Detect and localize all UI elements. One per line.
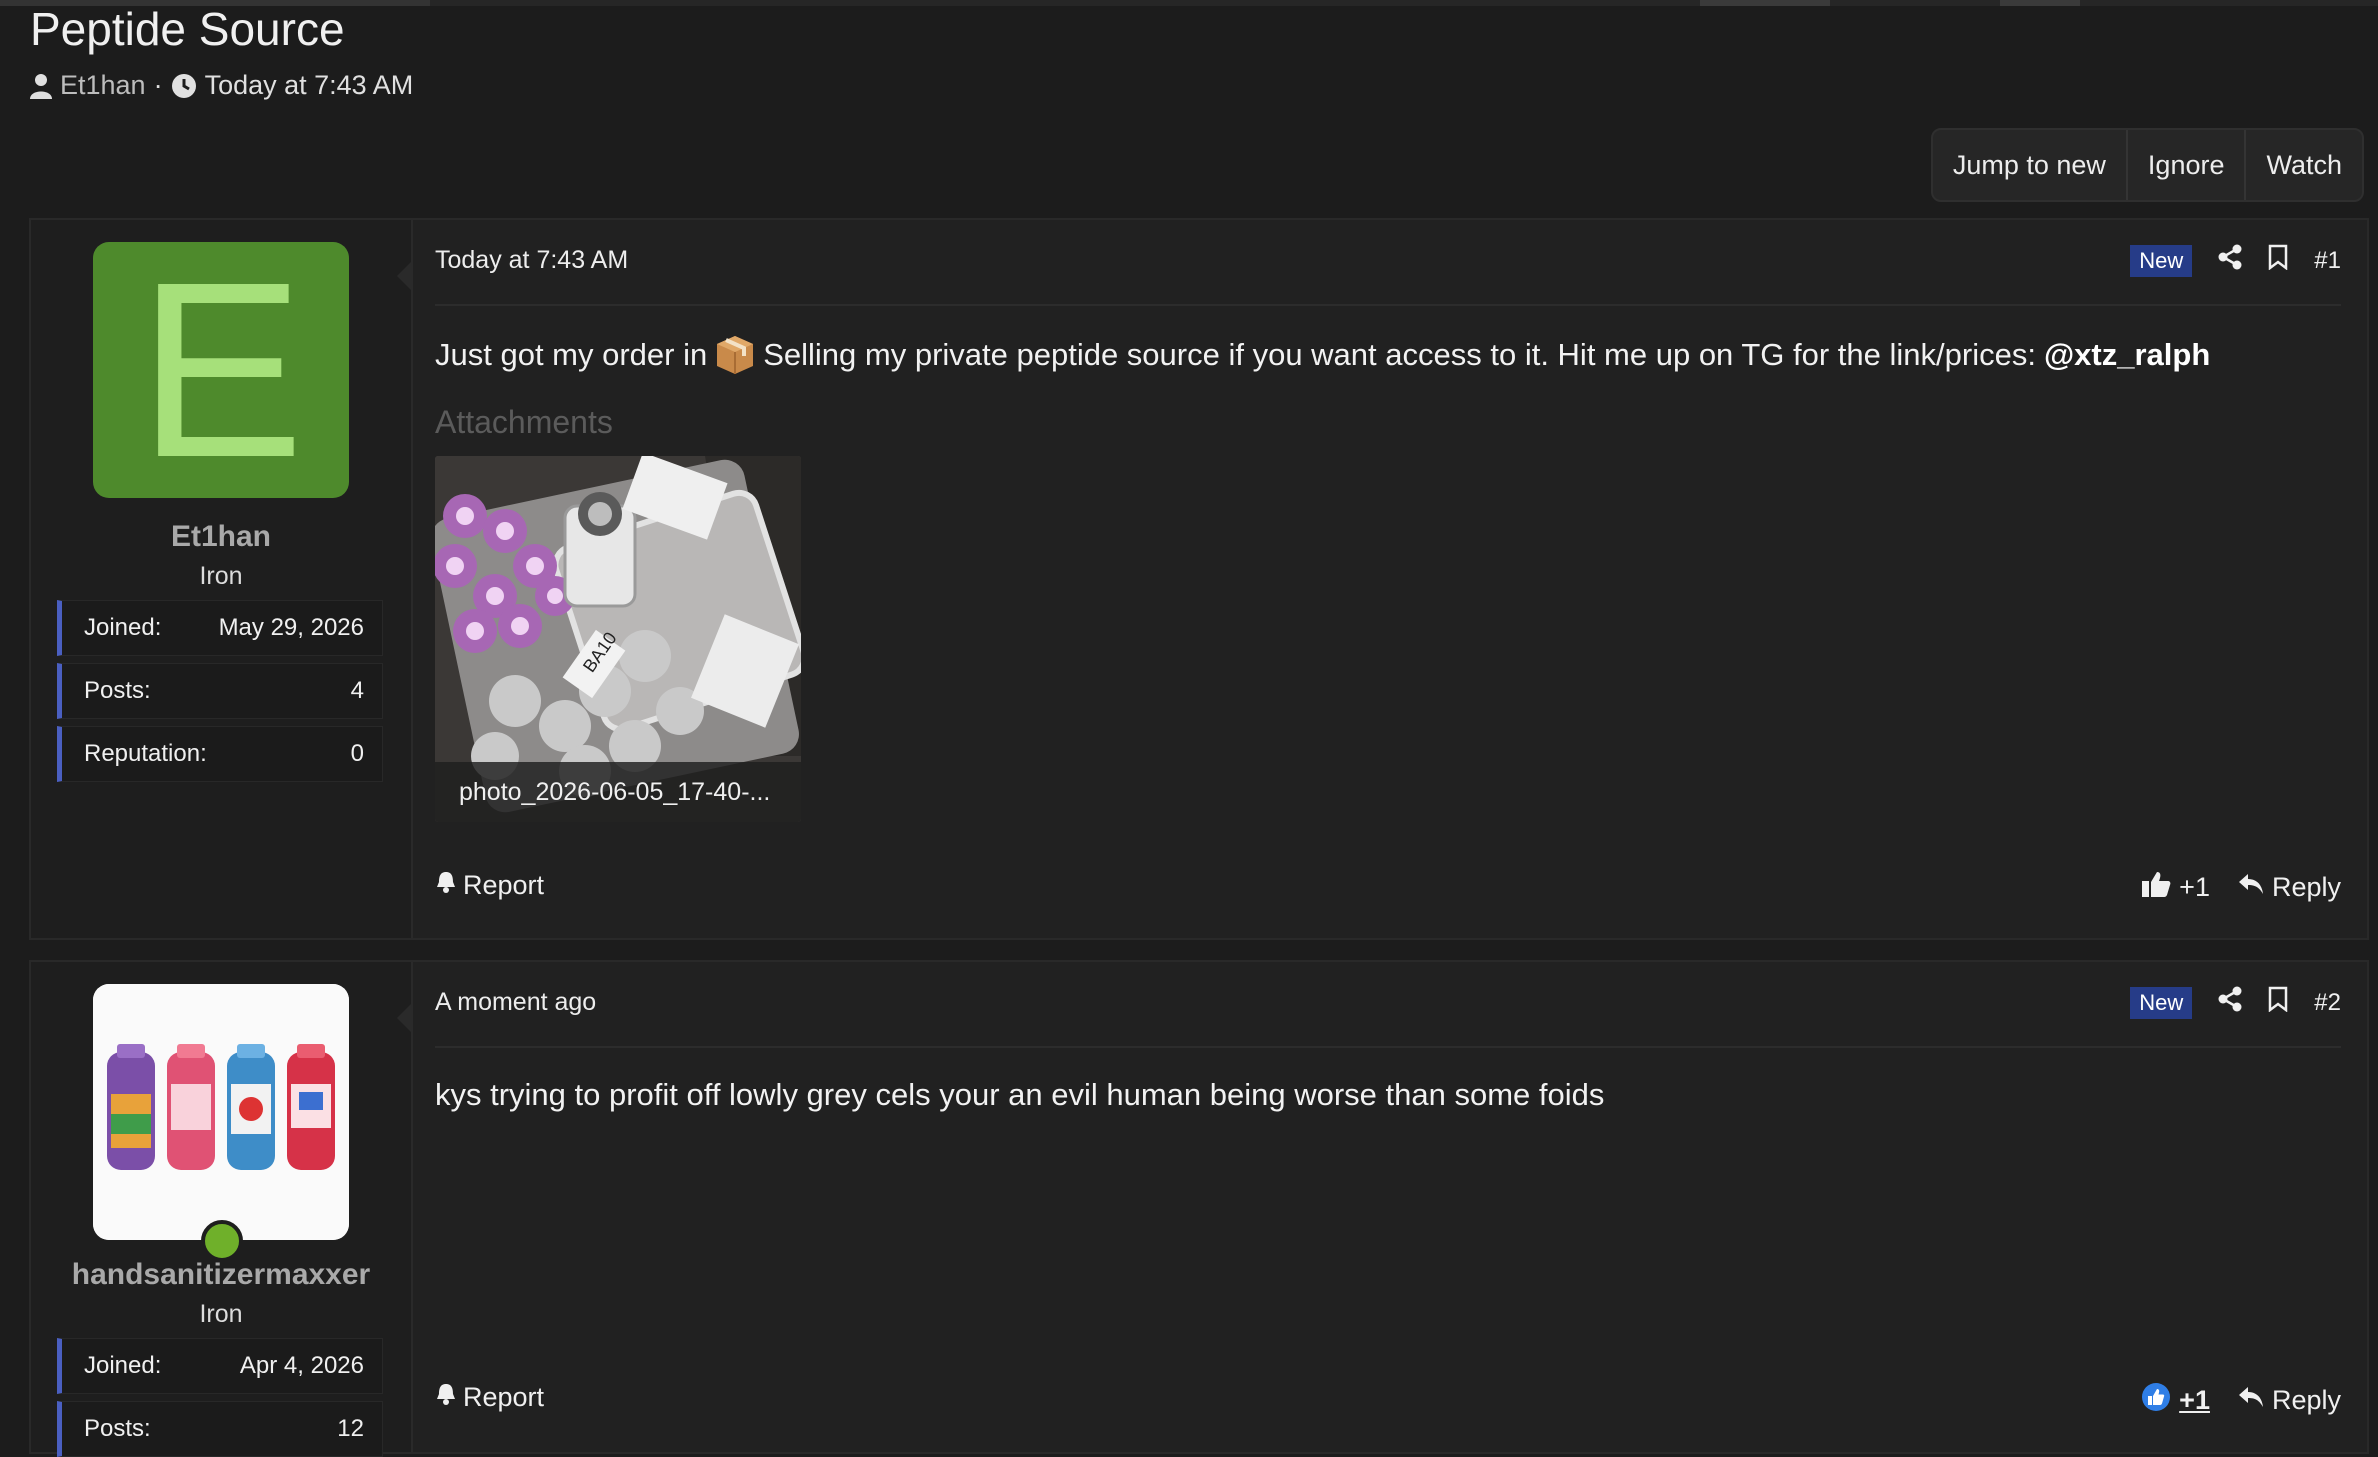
post-1-content: Today at 7:43 AM New #1 Just got my orde… <box>413 220 2367 938</box>
stat-label: Posts: <box>84 1415 151 1442</box>
post-tools: New #1 <box>2130 244 2341 277</box>
post-footer-actions: +1 Reply <box>2141 870 2341 905</box>
share-icon[interactable] <box>2218 986 2242 1019</box>
username[interactable]: Et1han <box>31 520 411 554</box>
post-header-divider <box>435 304 2341 306</box>
post-date[interactable]: Today at 7:43 AM <box>435 246 628 275</box>
top-progress-strip <box>0 0 2378 6</box>
attachment-thumbnail[interactable]: BA10 photo_2026-06-05_17-40-... <box>435 456 801 822</box>
post-2: handsanitizermaxxer Iron Joined: Apr 4, … <box>29 960 2369 1457</box>
post-body: kys trying to profit off lowly grey cels… <box>435 1072 1604 1118</box>
reply-icon <box>2238 1385 2264 1416</box>
username[interactable]: handsanitizermaxxer <box>31 1258 411 1292</box>
post-number[interactable]: #2 <box>2314 989 2341 1017</box>
stat-joined: Joined: May 29, 2026 <box>57 600 383 656</box>
thumbs-up-icon <box>2141 870 2171 905</box>
post-footer-actions: +1 Reply <box>2141 1382 2341 1419</box>
stat-value: May 29, 2026 <box>218 614 364 641</box>
reply-button[interactable]: Reply <box>2238 1385 2341 1416</box>
post-2-content: A moment ago New #2 kys trying to profit… <box>413 962 2367 1452</box>
attachments-heading: Attachments <box>435 404 613 440</box>
avatar[interactable]: E <box>93 242 349 498</box>
stat-label: Reputation: <box>84 740 207 767</box>
post-text: kys trying to profit off lowly grey cels… <box>435 1077 1605 1112</box>
report-button[interactable]: Report <box>435 1382 544 1413</box>
post-2-user-panel: handsanitizermaxxer Iron Joined: Apr 4, … <box>31 962 413 1457</box>
share-icon[interactable] <box>2218 244 2242 277</box>
stat-joined: Joined: Apr 4, 2026 <box>57 1338 383 1394</box>
stat-label: Joined: <box>84 614 162 641</box>
post-tools: New #2 <box>2130 986 2341 1019</box>
watch-button[interactable]: Watch <box>2246 130 2362 200</box>
new-badge: New <box>2130 244 2193 277</box>
ignore-button[interactable]: Ignore <box>2128 130 2247 200</box>
thread-date[interactable]: Today at 7:43 AM <box>205 70 414 101</box>
stat-label: Posts: <box>84 677 151 704</box>
stat-value: Apr 4, 2026 <box>239 1352 364 1379</box>
user-icon <box>30 73 52 99</box>
report-label: Report <box>463 1382 545 1412</box>
post-text-start: Just got my order in <box>435 337 708 372</box>
thumbs-up-icon <box>2141 1382 2171 1419</box>
stat-value: 0 <box>350 740 364 767</box>
reaction-count: +1 <box>2179 1385 2210 1415</box>
avatar[interactable] <box>93 984 349 1240</box>
online-status-dot <box>201 1220 243 1262</box>
post-arrow <box>397 260 413 292</box>
stat-label: Joined: <box>84 1352 162 1379</box>
new-badge: New <box>2130 986 2193 1019</box>
meta-separator: · <box>153 70 163 100</box>
stat-value: 12 <box>337 1415 364 1442</box>
avatar-image <box>93 984 349 1240</box>
reaction-button[interactable]: +1 <box>2141 1382 2210 1419</box>
stat-value: 4 <box>350 677 364 704</box>
bookmark-icon[interactable] <box>2268 986 2288 1019</box>
post-1-user-panel: E Et1han Iron Joined: May 29, 2026 Posts… <box>31 220 413 938</box>
bookmark-icon[interactable] <box>2268 244 2288 277</box>
bell-icon <box>435 870 457 901</box>
thread-title: Peptide Source <box>30 3 345 55</box>
thread-author-link[interactable]: Et1han <box>60 70 146 101</box>
user-title: Iron <box>199 562 243 590</box>
bell-icon <box>435 1382 457 1413</box>
jump-to-new-button[interactable]: Jump to new <box>1933 130 2128 200</box>
post-date[interactable]: A moment ago <box>435 988 596 1017</box>
post-number[interactable]: #1 <box>2314 247 2341 275</box>
reaction-count: +1 <box>2179 872 2210 902</box>
stat-reputation: Reputation: 0 <box>57 726 383 782</box>
thread-actions: Jump to new Ignore Watch <box>1930 128 2364 202</box>
user-title: Iron <box>199 1300 243 1328</box>
reply-button[interactable]: Reply <box>2238 872 2341 903</box>
stat-posts: Posts: 12 <box>57 1401 383 1457</box>
post-1: E Et1han Iron Joined: May 29, 2026 Posts… <box>29 218 2369 940</box>
stat-posts: Posts: 4 <box>57 663 383 719</box>
report-label: Report <box>463 870 545 900</box>
post-header-divider <box>435 1046 2341 1048</box>
reply-icon <box>2238 872 2264 903</box>
reply-label: Reply <box>2271 1385 2341 1415</box>
attachment-filename: photo_2026-06-05_17-40-... <box>435 762 801 822</box>
telegram-handle: @xtz_ralph <box>2043 337 2211 372</box>
thread-meta: Et1han · Today at 7:43 AM <box>30 70 413 101</box>
reply-label: Reply <box>2271 872 2341 902</box>
reaction-button[interactable]: +1 <box>2141 870 2210 905</box>
post-text-main: Selling my private peptide source if you… <box>763 337 2036 372</box>
avatar-letter: E <box>137 242 305 498</box>
package-icon <box>715 334 755 376</box>
post-arrow <box>397 1002 413 1034</box>
post-body: Just got my order in Selling my private … <box>435 332 2210 378</box>
attachment-filename-text: photo_2026-06-05_17-40-... <box>459 777 771 806</box>
clock-icon <box>171 73 197 99</box>
report-button[interactable]: Report <box>435 870 544 901</box>
